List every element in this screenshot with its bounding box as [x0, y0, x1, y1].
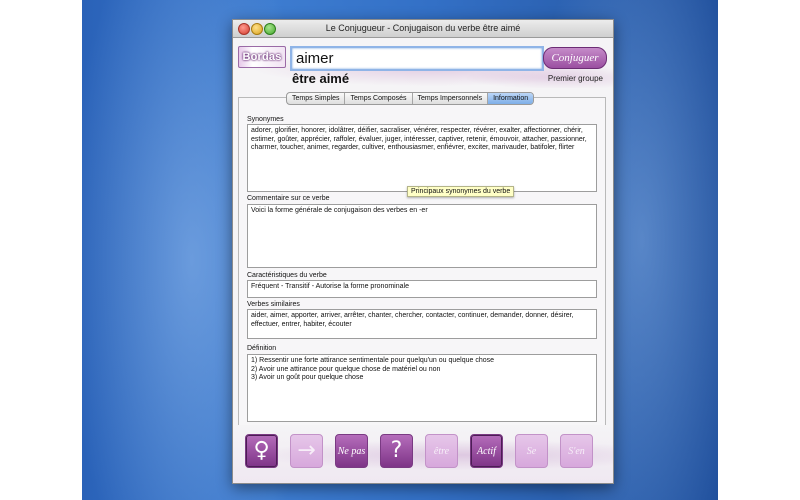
- information-panel: Synonymes adorer, glorifier, honorer, id…: [238, 97, 606, 427]
- synonymes-tooltip: Principaux synonymes du verbe: [407, 186, 515, 197]
- negation-button[interactable]: Ne pas: [335, 434, 368, 468]
- definition-line: 2) Avoir une attirance pour quelque chos…: [251, 365, 441, 373]
- verb-search-input[interactable]: aimer: [290, 46, 544, 71]
- verb-group-label: Premier groupe: [547, 74, 603, 83]
- arrow-right-icon: →: [297, 438, 316, 463]
- pronominal-sen-button[interactable]: S'en: [560, 434, 593, 468]
- synonymes-label: Synonymes: [247, 116, 284, 123]
- feminine-toggle-button[interactable]: ♀: [245, 434, 278, 468]
- synonymes-field[interactable]: adorer, glorifier, honorer, idolâtrer, d…: [247, 124, 597, 192]
- tab-temps-composes[interactable]: Temps Composés: [345, 93, 413, 104]
- verb-display-title: être aimé: [292, 71, 350, 86]
- commentaire-field[interactable]: Voici la forme générale de conjugaison d…: [247, 204, 597, 268]
- title-bar[interactable]: Le Conjugueur - Conjugaison du verbe êtr…: [233, 20, 613, 38]
- bordas-logo: Bordas: [238, 46, 286, 68]
- similaires-field[interactable]: aider, aimer, apporter, arriver, arrêter…: [247, 309, 597, 339]
- minimize-window-icon[interactable]: [251, 23, 263, 35]
- conjuguer-button[interactable]: Conjuguer: [543, 47, 607, 69]
- caracteristiques-field[interactable]: Fréquent - Transitif - Autorise la forme…: [247, 280, 597, 298]
- female-symbol-icon: ♀: [253, 438, 270, 463]
- pronominal-se-button[interactable]: Se: [515, 434, 548, 468]
- tab-bar: Temps Simples Temps Composés Temps Imper…: [286, 92, 535, 105]
- definition-line: 3) Avoir un goût pour quelque chose: [251, 374, 364, 381]
- caracteristiques-label: Caractéristiques du verbe: [247, 272, 327, 279]
- tab-temps-simples[interactable]: Temps Simples: [287, 93, 346, 104]
- zoom-window-icon[interactable]: [264, 23, 276, 35]
- tab-temps-impersonnels[interactable]: Temps Impersonnels: [413, 93, 489, 104]
- app-window: Le Conjugueur - Conjugaison du verbe êtr…: [232, 19, 614, 484]
- tab-information[interactable]: Information: [488, 93, 534, 104]
- definition-field[interactable]: 1) Ressentir une forte attirance sentime…: [247, 354, 597, 422]
- interrogative-button[interactable]: ?: [380, 434, 413, 468]
- close-window-icon[interactable]: [238, 23, 250, 35]
- commentaire-label: Commentaire sur ce verbe: [247, 195, 330, 202]
- next-arrow-button[interactable]: →: [290, 434, 323, 468]
- question-mark-icon: ?: [390, 438, 403, 463]
- similaires-label: Verbes similaires: [247, 301, 300, 308]
- definition-line: 1) Ressentir une forte attirance sentime…: [251, 357, 494, 364]
- actif-voice-button[interactable]: Actif: [470, 434, 503, 468]
- etre-auxiliary-button[interactable]: être: [425, 434, 458, 468]
- window-title: Le Conjugueur - Conjugaison du verbe êtr…: [325, 23, 521, 33]
- definition-label: Définition: [247, 345, 277, 352]
